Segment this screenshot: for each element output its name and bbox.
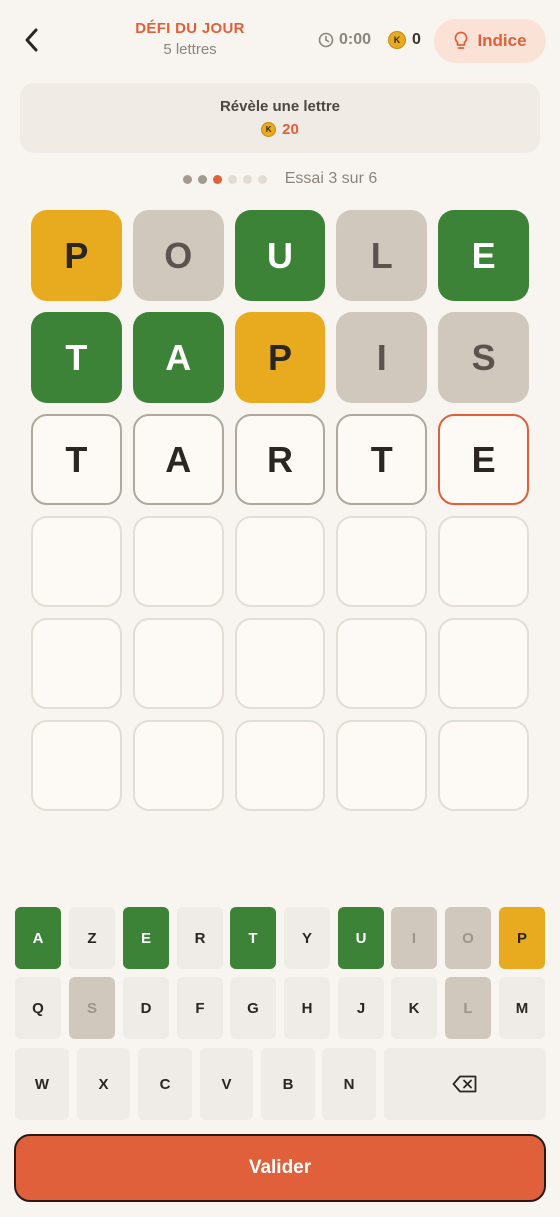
letter-tile — [132, 618, 224, 709]
letter-tile: E — [438, 414, 529, 505]
key-b[interactable]: B — [261, 1048, 315, 1120]
key-f[interactable]: F — [177, 977, 223, 1039]
letter-tile — [438, 618, 529, 709]
letter-tile: T — [31, 414, 122, 505]
letter-tile — [234, 720, 326, 811]
letter-tile: A — [132, 414, 224, 505]
page-subtitle: 5 lettres — [163, 41, 217, 58]
timer-value: 0:00 — [339, 31, 372, 48]
keyboard-row: AZERTYUIOP — [0, 907, 560, 969]
keyboard-row: QSDFGHJKLM — [0, 977, 560, 1039]
letter-tile: L — [336, 210, 428, 301]
header: DÉFI DU JOUR 5 lettres 0:00 K 0 Indice — [0, 0, 560, 82]
progress-dot — [197, 174, 207, 184]
key-q[interactable]: Q — [15, 977, 61, 1039]
letter-tile: P — [31, 210, 122, 301]
board-row — [31, 618, 529, 709]
key-t[interactable]: T — [230, 907, 276, 969]
attempt-progress: Essai 3 sur 6 — [0, 170, 560, 188]
keyboard-row: WXCVBN — [0, 1048, 560, 1120]
board-row: TARTE — [31, 414, 529, 505]
key-d[interactable]: D — [123, 977, 169, 1039]
letter-tile — [438, 720, 529, 811]
progress-dot — [242, 174, 252, 184]
reveal-letter-card[interactable]: Révèle une lettre K 20 — [20, 83, 540, 153]
letter-tile — [438, 516, 529, 607]
chevron-left-icon — [25, 28, 38, 52]
letter-tile: U — [234, 210, 326, 301]
clock-icon — [318, 32, 334, 48]
letter-tile: I — [336, 312, 428, 403]
key-x[interactable]: X — [77, 1048, 130, 1120]
hint-button[interactable]: Indice — [434, 19, 546, 63]
key-w[interactable]: W — [15, 1048, 69, 1120]
game-board: POULETAPISTARTE — [31, 210, 529, 822]
key-n[interactable]: N — [322, 1048, 376, 1120]
key-s[interactable]: S — [69, 977, 115, 1039]
reveal-letter-cost: K 20 — [20, 121, 540, 138]
back-button[interactable] — [14, 22, 50, 58]
progress-dot — [257, 174, 267, 184]
hint-button-label: Indice — [477, 31, 527, 50]
letter-tile — [336, 720, 428, 811]
key-z[interactable]: Z — [69, 907, 115, 969]
attempt-counter: Essai 3 sur 6 — [284, 170, 378, 187]
key-a[interactable]: A — [15, 907, 61, 969]
letter-tile: S — [438, 312, 529, 403]
letter-tile — [132, 516, 224, 607]
backspace-key[interactable] — [384, 1048, 546, 1120]
key-e[interactable]: E — [123, 907, 169, 969]
letter-tile — [336, 516, 428, 607]
letter-tile — [234, 618, 326, 709]
key-v[interactable]: V — [200, 1048, 253, 1120]
submit-button[interactable]: Valider — [14, 1134, 546, 1202]
letter-tile — [31, 516, 122, 607]
coin-balance: K 0 — [388, 31, 421, 49]
key-c[interactable]: C — [138, 1048, 192, 1120]
key-m[interactable]: M — [499, 977, 545, 1039]
coin-icon: K — [388, 31, 406, 49]
letter-tile — [132, 720, 224, 811]
letter-tile: T — [336, 414, 428, 505]
board-row — [31, 720, 529, 811]
key-i[interactable]: I — [391, 907, 437, 969]
timer: 0:00 — [318, 31, 371, 49]
key-j[interactable]: J — [338, 977, 384, 1039]
reveal-cost-value: 20 — [282, 121, 299, 138]
progress-dot — [182, 174, 192, 184]
letter-tile — [31, 618, 122, 709]
backspace-icon — [452, 1075, 477, 1093]
progress-dot — [212, 174, 222, 184]
key-r[interactable]: R — [177, 907, 223, 969]
page-title: DÉFI DU JOUR — [135, 20, 245, 37]
letter-tile: R — [234, 414, 326, 505]
title-block: DÉFI DU JOUR 5 lettres — [120, 20, 260, 58]
letter-tile: A — [132, 312, 224, 403]
letter-tile: E — [438, 210, 529, 301]
key-l[interactable]: L — [445, 977, 491, 1039]
letter-tile: P — [234, 312, 326, 403]
key-o[interactable]: O — [445, 907, 491, 969]
letter-tile — [31, 720, 122, 811]
lightbulb-icon — [455, 31, 468, 49]
progress-dot — [227, 174, 237, 184]
board-row: POULE — [31, 210, 529, 301]
key-u[interactable]: U — [338, 907, 384, 969]
letter-tile — [234, 516, 326, 607]
reveal-letter-label: Révèle une lettre — [219, 98, 341, 115]
key-g[interactable]: G — [230, 977, 276, 1039]
progress-dots — [182, 174, 267, 184]
coin-count: 0 — [412, 31, 421, 48]
letter-tile: O — [132, 210, 224, 301]
board-row — [31, 516, 529, 607]
key-p[interactable]: P — [499, 907, 545, 969]
key-h[interactable]: H — [284, 977, 330, 1039]
key-y[interactable]: Y — [284, 907, 330, 969]
letter-tile: T — [31, 312, 122, 403]
letter-tile — [336, 618, 428, 709]
key-k[interactable]: K — [391, 977, 437, 1039]
coin-icon: K — [261, 122, 277, 137]
board-row: TAPIS — [31, 312, 529, 403]
